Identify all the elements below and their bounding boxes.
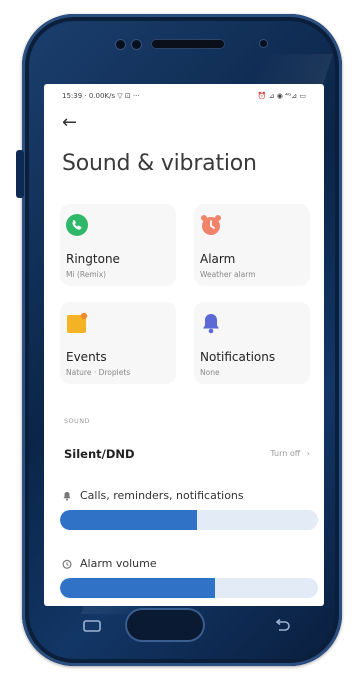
home-button[interactable] xyxy=(125,608,205,642)
section-header-sound: SOUND xyxy=(64,417,90,425)
recents-icon[interactable] xyxy=(82,618,102,634)
silent-dnd-label[interactable]: Silent/DND xyxy=(64,447,135,461)
alarm-clock-icon xyxy=(201,215,221,235)
silent-dnd-action[interactable]: Turn off › xyxy=(270,449,310,458)
arrow-left-icon[interactable]: ← xyxy=(62,114,77,132)
slider-fill xyxy=(60,578,215,598)
bell-icon xyxy=(203,314,219,334)
volume-label: Alarm volume xyxy=(80,557,157,570)
sensor-dot xyxy=(116,40,125,49)
screen: 15:39 · 0.00K/s ▽ ⊡ ··· ⏰ ⊿ ◉ ⁴ᴳ⊿ ▭ ← So… xyxy=(44,84,324,606)
front-camera xyxy=(260,40,267,47)
card-notifications[interactable]: Notifications None xyxy=(194,302,310,384)
volume-row-calls: Calls, reminders, notifications xyxy=(62,489,244,502)
card-ringtone[interactable]: Ringtone Mi (Remix) xyxy=(60,204,176,286)
volume-side-button[interactable] xyxy=(16,150,24,198)
slider-fill xyxy=(60,510,197,530)
status-right: ⏰ ⊿ ◉ ⁴ᴳ⊿ ▭ xyxy=(257,92,306,100)
volume-slider-alarm[interactable] xyxy=(60,578,318,598)
card-label: Ringtone xyxy=(66,252,120,266)
sensor-dot xyxy=(132,40,141,49)
earpiece xyxy=(152,40,224,48)
status-bar: 15:39 · 0.00K/s ▽ ⊡ ··· ⏰ ⊿ ◉ ⁴ᴳ⊿ ▭ xyxy=(44,84,324,108)
card-sub: None xyxy=(200,368,220,377)
status-left: 15:39 · 0.00K/s ▽ ⊡ ··· xyxy=(62,92,140,100)
page-title: Sound & vibration xyxy=(62,151,257,176)
card-sub: Nature · Droplets xyxy=(66,368,131,377)
card-sub: Mi (Remix) xyxy=(66,270,107,279)
phone-icon xyxy=(66,214,88,236)
card-label: Notifications xyxy=(200,350,276,364)
card-label: Alarm xyxy=(200,252,236,266)
volume-label: Calls, reminders, notifications xyxy=(80,489,244,502)
clock-small-icon xyxy=(62,559,72,569)
chevron-right-icon: › xyxy=(306,449,310,458)
turn-off-label: Turn off xyxy=(270,449,301,458)
volume-row-alarm: Alarm volume xyxy=(62,557,157,570)
back-key-icon[interactable] xyxy=(272,618,292,634)
bell-small-icon xyxy=(63,491,71,501)
card-sub: Weather alarm xyxy=(200,270,256,279)
card-events[interactable]: Events Nature · Droplets xyxy=(60,302,176,384)
events-icon xyxy=(67,312,88,333)
volume-slider-calls[interactable] xyxy=(60,510,318,530)
card-label: Events xyxy=(66,350,107,364)
card-alarm[interactable]: Alarm Weather alarm xyxy=(194,204,310,286)
